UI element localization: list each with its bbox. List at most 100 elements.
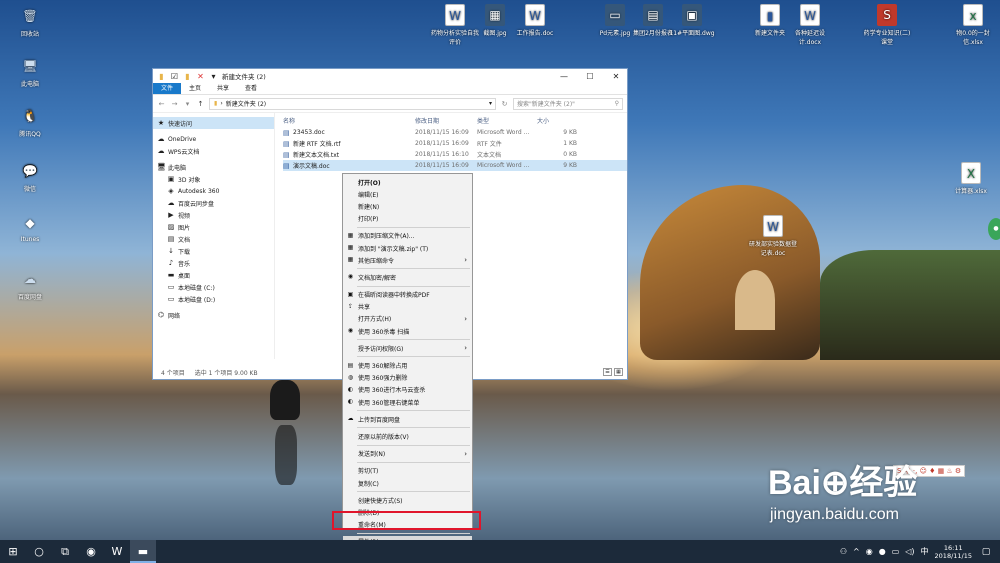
desktop-icon[interactable]: ▣ 11#平面图.dwg [667, 4, 717, 37]
menu-item[interactable]: ⇪ 共享 [343, 301, 472, 313]
menu-item-label: 其他压缩命令 [358, 257, 395, 265]
task-view-button[interactable]: ⧉ [52, 540, 78, 563]
column-type[interactable]: 类型 [477, 116, 537, 125]
new-folder-icon[interactable]: ▮ [183, 72, 192, 81]
column-date[interactable]: 修改日期 [415, 116, 477, 125]
desktop-icon-image: ▮ [760, 4, 780, 26]
menu-item[interactable]: ▦ 添加到 "演示文稿.zip" (T) [343, 242, 472, 254]
search-button[interactable]: ○ [26, 540, 52, 563]
nav-item[interactable]: ☁ WPS云文档 [153, 145, 274, 157]
delete-icon[interactable]: ✕ [196, 72, 205, 81]
wechat-tray-icon[interactable]: ● [879, 547, 886, 556]
tab-view[interactable]: 查看 [237, 83, 265, 94]
person-icon[interactable]: ⚇ [840, 547, 847, 556]
menu-item[interactable]: ▦ 其他压缩命令 › [343, 254, 472, 266]
nav-item[interactable]: ♪ 音乐 [153, 257, 274, 269]
file-row[interactable]: ▤ 新建文本文档.txt 2018/11/15 16:10 文本文档 0 KB [283, 149, 627, 160]
word-taskbar-button[interactable]: W [104, 540, 130, 563]
tab-share[interactable]: 共享 [209, 83, 237, 94]
recent-dropdown-icon[interactable]: ▾ [183, 100, 192, 108]
desktop-icon[interactable]: ◆ Itunes [5, 212, 55, 243]
desktop-icon[interactable]: W 工作报告.doc [510, 4, 560, 37]
tiles-view-icon[interactable]: ▦ [614, 368, 623, 376]
nav-item[interactable]: ★ 快速访问 [153, 117, 274, 129]
file-row[interactable]: ▤ 23453.doc 2018/11/15 16:09 Microsoft Word… [283, 127, 627, 138]
desktop-icon[interactable]: ☁ 百度网盘 [5, 268, 55, 301]
nav-item[interactable]: ☁ 百度云同步盘 [153, 197, 274, 209]
menu-item[interactable]: 打开方式(H) › [343, 313, 472, 325]
desktop-icon[interactable]: X 计算器.xlsx [946, 162, 996, 195]
tray-up-arrow-icon[interactable]: ^ [853, 547, 860, 556]
nav-item[interactable]: ▣ 3D 对象 [153, 173, 274, 185]
antivirus-tray-icon[interactable]: ◉ [866, 547, 873, 556]
details-view-icon[interactable]: ☰ [603, 368, 612, 376]
desktop-icon[interactable]: 🗑 回收站 [5, 5, 55, 38]
tab-home[interactable]: 主页 [181, 83, 209, 94]
back-arrow-icon[interactable]: ← [157, 100, 166, 108]
menu-item[interactable]: ◐ 使用 360管理右键菜单 [343, 396, 472, 408]
menu-item[interactable]: 新建(N) [343, 200, 472, 212]
desktop-icon[interactable]: 🖥 此电脑 [5, 55, 55, 88]
menu-item[interactable]: ◍ 使用 360强力删除 [343, 372, 472, 384]
file-row[interactable]: ▤ 新建 RTF 文档.rtf 2018/11/15 16:09 RTF 文件 1 KB [283, 138, 627, 149]
network-icon[interactable]: ▭ [892, 547, 900, 556]
forward-arrow-icon[interactable]: → [170, 100, 179, 108]
column-size[interactable]: 大小 [537, 116, 577, 125]
menu-item[interactable]: ◐ 使用 360进行木马云查杀 [343, 384, 472, 396]
desktop-icon[interactable]: W 研发部实验数据登记表.doc [748, 215, 798, 257]
menu-item[interactable]: 创建快捷方式(S) [343, 494, 472, 506]
menu-item[interactable]: 打印(P) [343, 213, 472, 225]
nav-item[interactable]: ▭ 本地磁盘 (D:) [153, 293, 274, 305]
menu-item[interactable]: 还原以前的版本(V) [343, 430, 472, 442]
nav-item[interactable]: 🖥 此电脑 [153, 161, 274, 173]
start-button[interactable]: ⊞ [0, 540, 26, 563]
file-row[interactable]: ▤ 演示文稿.doc 2018/11/15 16:09 Microsoft Word … [283, 160, 627, 171]
nav-item[interactable]: ☁ OneDrive [153, 133, 274, 145]
column-name[interactable]: 名称 [283, 116, 415, 125]
menu-item[interactable]: ▦ 添加到压缩文件(A)... [343, 230, 472, 242]
desktop-icon[interactable]: x 物0.0的一封信.xlsx [948, 4, 998, 46]
address-dropdown-icon[interactable]: ▾ [489, 100, 495, 107]
nav-item[interactable]: ◈ Autodesk 360 [153, 185, 274, 197]
nav-item[interactable]: ▤ 文档 [153, 233, 274, 245]
nav-item[interactable]: ▭ 本地磁盘 (C:) [153, 281, 274, 293]
nav-item[interactable]: ⌬ 网络 [153, 309, 274, 321]
quick-access-dropdown-icon[interactable]: ▾ [209, 72, 218, 81]
tab-file[interactable]: 文件 [153, 83, 182, 94]
minimize-button[interactable]: — [553, 72, 575, 81]
explorer-taskbar-button[interactable]: ▬ [130, 540, 156, 563]
nav-item[interactable]: ▨ 图片 [153, 221, 274, 233]
desktop-icon[interactable]: S 药学专业知识(二)课堂 [862, 4, 912, 46]
close-button[interactable]: ✕ [605, 72, 627, 81]
menu-item[interactable]: 编辑(E) [343, 188, 472, 200]
clock[interactable]: 16:11 2018/11/15 [935, 544, 972, 560]
desktop-icon[interactable]: 🐧 腾讯QQ [5, 105, 55, 138]
menu-item[interactable]: ◉ 使用 360杀毒 扫描 [343, 325, 472, 337]
menu-item[interactable]: ◉ 文档加密/解密 [343, 271, 472, 283]
volume-icon[interactable]: ◁) [905, 547, 914, 556]
properties-icon[interactable]: ☑ [170, 72, 179, 81]
menu-item[interactable]: 打开(O) [343, 176, 472, 188]
nav-item[interactable]: ↓ 下载 [153, 245, 274, 257]
chrome-taskbar-button[interactable]: ◉ [78, 540, 104, 563]
menu-item[interactable]: ☁ 上传到百度网盘 [343, 413, 472, 425]
desktop-icon[interactable]: W 各种延迟设计.docx [785, 4, 835, 46]
notification-icon[interactable]: ▢ [978, 547, 994, 557]
menu-item[interactable]: ▣ 在福昕阅读器中转换成PDF [343, 289, 472, 301]
nav-item[interactable]: ▬ 桌面 [153, 269, 274, 281]
nav-item[interactable]: ▶ 视频 [153, 209, 274, 221]
menu-item[interactable]: 授予访问权限(G) › [343, 342, 472, 354]
ime-indicator-icon[interactable]: 中 [921, 546, 929, 557]
up-arrow-icon[interactable]: ↑ [196, 100, 205, 108]
menu-item[interactable]: 发送到(N) › [343, 448, 472, 460]
maximize-button[interactable]: ☐ [579, 72, 601, 81]
menu-item[interactable]: 剪切(T) [343, 465, 472, 477]
address-bar[interactable]: ▮ › 新建文件夹 (2) ▾ [209, 97, 496, 110]
refresh-icon[interactable]: ↻ [500, 100, 509, 108]
floating-assistant-icon[interactable]: ● [988, 218, 1000, 240]
desktop-icon[interactable]: 💬 微信 [5, 160, 55, 193]
menu-item[interactable]: 复制(C) [343, 477, 472, 489]
nav-item-icon: ▣ [167, 175, 175, 183]
menu-item[interactable]: ▤ 使用 360解除占用 [343, 359, 472, 371]
search-input[interactable]: 搜索"新建文件夹 (2)" ⚲ [513, 97, 623, 110]
